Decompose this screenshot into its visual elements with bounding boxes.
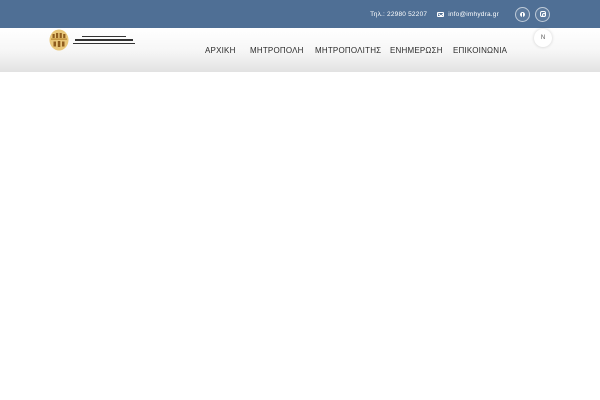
phone-number[interactable]: Τηλ.: 22980 52207 [370,11,427,18]
main-header: ΑΡΧΙΚΗ ΜΗΤΡΟΠΟΛΗ ΜΗΤΡΟΠΟΛΙΤΗΣ ΕΝΗΜΕΡΩΣΗ … [0,28,600,72]
nav-item-home[interactable]: ΑΡΧΙΚΗ [205,46,236,55]
facebook-button[interactable] [515,6,530,22]
nav-item-contact[interactable]: ΕΠΙΚΟΙΝΩΝΙΑ [453,46,507,55]
nav-item-metropolitan[interactable]: ΜΗΤΡΟΠΟΛΙΤΗΣ [315,46,381,55]
top-bar: Τηλ.: 22980 52207 info@imhydra.gr [0,0,600,28]
contact-info: Τηλ.: 22980 52207 info@imhydra.gr [370,11,510,18]
nav-item-metropolis[interactable]: ΜΗΤΡΟΠΟΛΗ [250,46,304,55]
main-nav: ΑΡΧΙΚΗ ΜΗΤΡΟΠΟΛΗ ΜΗΤΡΟΠΟΛΙΤΗΣ ΕΝΗΜΕΡΩΣΗ … [0,28,600,72]
language-toggle[interactable]: N [534,29,552,47]
instagram-icon [539,11,546,17]
instagram-button[interactable] [535,6,550,22]
email-link[interactable]: info@imhydra.gr [448,11,499,18]
nav-item-news[interactable]: ΕΝΗΜΕΡΩΣΗ [390,46,443,55]
facebook-icon [520,11,525,17]
mail-icon [437,11,445,17]
